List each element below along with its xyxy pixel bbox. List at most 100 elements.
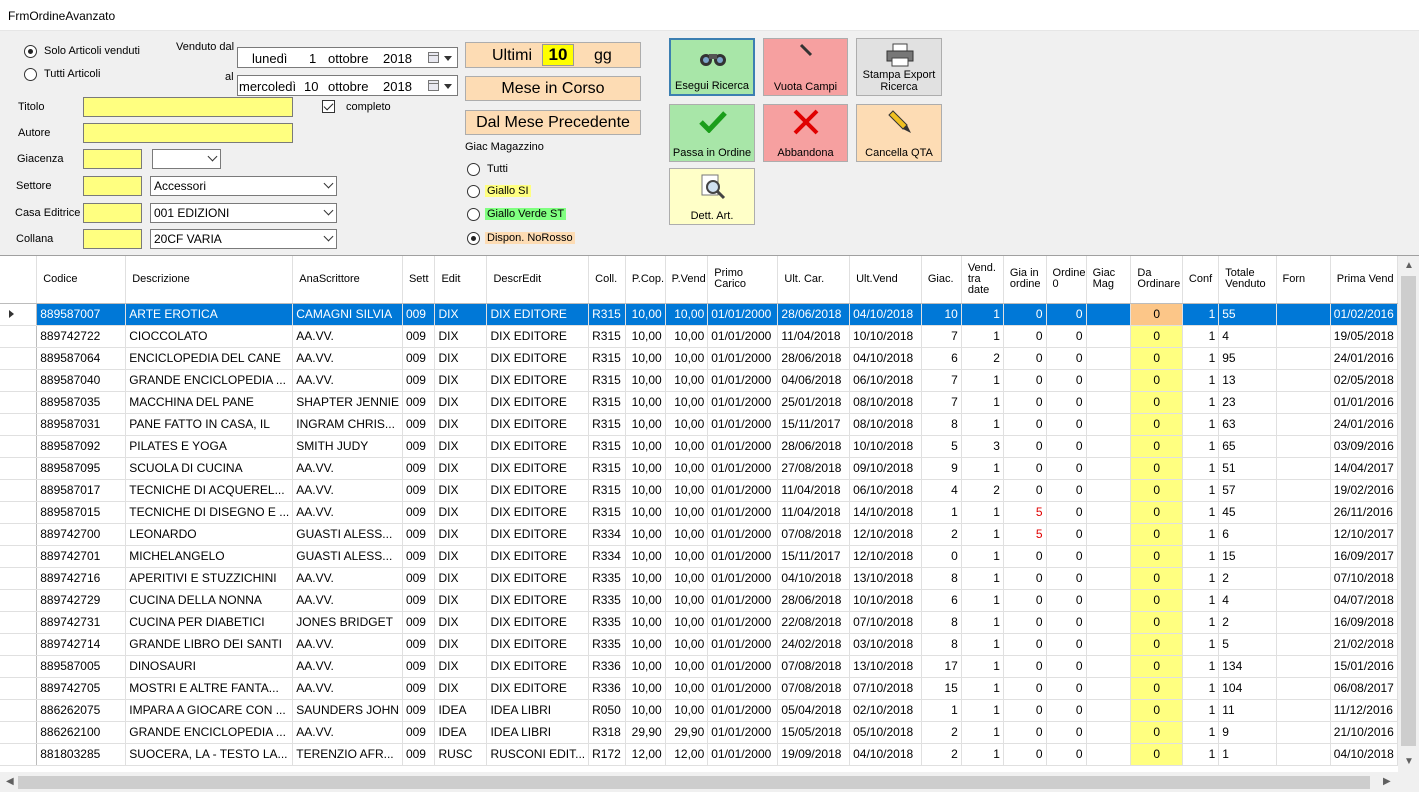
table-cell[interactable]: 0 (1003, 457, 1047, 480)
table-cell[interactable]: 009 (402, 501, 436, 524)
table-cell[interactable]: 1 (961, 325, 1004, 348)
table-cell[interactable]: 889587005 (36, 655, 127, 678)
table-cell[interactable]: 10,00 (665, 611, 709, 634)
table-cell[interactable]: R335 (588, 611, 626, 634)
table-cell[interactable]: 0 (1046, 413, 1087, 436)
table-cell[interactable]: 7 (921, 325, 962, 348)
table-cell[interactable]: 10,00 (625, 435, 666, 458)
table-cell[interactable]: 134 (1218, 655, 1277, 678)
table-cell[interactable]: 17 (921, 655, 962, 678)
row-header[interactable] (0, 567, 38, 590)
column-header[interactable]: Da Ordinare (1130, 256, 1183, 304)
table-cell[interactable]: 1 (1182, 325, 1220, 348)
table-cell[interactable]: 12/10/2017 (1330, 523, 1398, 546)
table-cell[interactable]: 9 (921, 457, 962, 480)
giac-radio-tutti[interactable]: Tutti (467, 162, 527, 178)
table-cell[interactable] (1086, 303, 1132, 326)
table-cell[interactable]: 07/10/2018 (1330, 567, 1398, 590)
table-cell[interactable] (1086, 413, 1132, 436)
table-cell[interactable]: 0 (1046, 611, 1087, 634)
table-cell[interactable]: 0 (1046, 633, 1087, 656)
table-cell[interactable]: MOSTRI E ALTRE FANTA... (125, 677, 294, 700)
table-cell[interactable]: 0 (1130, 303, 1183, 326)
table-cell[interactable]: 10/10/2018 (849, 435, 922, 458)
table-cell[interactable]: 1 (1182, 699, 1220, 722)
table-cell[interactable]: DIX EDITORE (486, 567, 590, 590)
column-header[interactable]: Codice (36, 256, 127, 304)
table-cell[interactable]: 0 (1130, 589, 1183, 612)
row-header[interactable] (0, 721, 38, 744)
table-cell[interactable]: 04/10/2018 (777, 567, 851, 590)
table-cell[interactable]: 009 (402, 347, 436, 370)
table-cell[interactable]: 45 (1218, 501, 1277, 524)
table-cell[interactable]: 10,00 (665, 325, 709, 348)
table-cell[interactable]: IDEA LIBRI (486, 721, 590, 744)
table-row[interactable]: 889587007 ARTE EROTICA CAMAGNI SILVIA 009 DI… (0, 303, 1398, 326)
table-cell[interactable]: 2 (921, 523, 962, 546)
scroll-up-icon[interactable]: ▲ (1404, 260, 1414, 271)
table-cell[interactable]: 1 (1182, 567, 1220, 590)
row-header[interactable] (0, 347, 38, 370)
table-cell[interactable]: JONES BRIDGET (292, 611, 403, 634)
table-cell[interactable]: DIX (434, 677, 488, 700)
table-cell[interactable]: TERENZIO AFR... (292, 743, 403, 766)
table-cell[interactable]: 1 (961, 633, 1004, 656)
table-cell[interactable]: 009 (402, 743, 436, 766)
table-cell[interactable]: 15/05/2018 (777, 721, 851, 744)
table-cell[interactable]: 10,00 (625, 589, 666, 612)
table-cell[interactable]: 16/09/2017 (1330, 545, 1398, 568)
table-cell[interactable] (1086, 743, 1132, 766)
table-cell[interactable]: 01/01/2000 (707, 721, 779, 744)
table-cell[interactable] (1086, 369, 1132, 392)
table-cell[interactable]: R335 (588, 633, 626, 656)
table-cell[interactable]: 0 (1130, 699, 1183, 722)
table-cell[interactable] (1276, 567, 1331, 590)
row-header[interactable] (0, 655, 38, 678)
table-cell[interactable] (1086, 567, 1132, 590)
table-cell[interactable]: 51 (1218, 457, 1277, 480)
table-cell[interactable]: DIX (434, 655, 488, 678)
table-cell[interactable]: 0 (1003, 369, 1047, 392)
table-cell[interactable]: 4 (1218, 325, 1277, 348)
table-cell[interactable]: 10,00 (665, 413, 709, 436)
table-cell[interactable]: 1 (961, 457, 1004, 480)
table-cell[interactable]: 5 (1003, 523, 1047, 546)
esegui-ricerca-button[interactable]: Esegui Ricerca (669, 38, 755, 96)
collana-code-input[interactable] (83, 229, 142, 249)
column-header[interactable]: Sett (402, 256, 436, 304)
table-cell[interactable]: 0 (1130, 479, 1183, 502)
table-cell[interactable] (1276, 479, 1331, 502)
table-cell[interactable]: 01/01/2000 (707, 545, 779, 568)
column-header[interactable]: P.Vend (665, 256, 709, 304)
table-cell[interactable]: GRANDE LIBRO DEI SANTI (125, 633, 294, 656)
dett-art-button[interactable]: Dett. Art. (669, 168, 755, 225)
scroll-right-icon[interactable]: ▶ (1383, 776, 1391, 787)
table-row[interactable]: 889587031 PANE FATTO IN CASA, IL INGRAM CH… (0, 413, 1398, 436)
table-cell[interactable]: 10,00 (625, 501, 666, 524)
table-cell[interactable] (1086, 523, 1132, 546)
table-cell[interactable]: DIX (434, 303, 488, 326)
table-cell[interactable]: 889742700 (36, 523, 127, 546)
table-cell[interactable]: 10,00 (625, 413, 666, 436)
table-cell[interactable] (1276, 325, 1331, 348)
table-cell[interactable]: CAMAGNI SILVIA (292, 303, 403, 326)
table-cell[interactable]: 889742731 (36, 611, 127, 634)
table-cell[interactable]: GUASTI ALESS... (292, 545, 403, 568)
table-cell[interactable]: 009 (402, 721, 436, 744)
table-cell[interactable]: 881803285 (36, 743, 127, 766)
table-cell[interactable]: 19/09/2018 (777, 743, 851, 766)
table-cell[interactable]: 1 (961, 545, 1004, 568)
table-cell[interactable]: 889587095 (36, 457, 127, 480)
table-cell[interactable]: 1 (961, 391, 1004, 414)
table-cell[interactable]: 0 (1003, 567, 1047, 590)
table-cell[interactable]: DIX (434, 611, 488, 634)
table-cell[interactable]: 15 (921, 677, 962, 700)
vuota-campi-button[interactable]: Vuota Campi (763, 38, 848, 96)
table-cell[interactable]: 0 (1130, 413, 1183, 436)
table-cell[interactable] (1276, 347, 1331, 370)
table-cell[interactable]: 06/10/2018 (849, 479, 922, 502)
table-cell[interactable]: DIX EDITORE (486, 479, 590, 502)
table-cell[interactable] (1276, 699, 1331, 722)
table-cell[interactable]: 0 (1003, 391, 1047, 414)
table-cell[interactable]: 0 (1130, 523, 1183, 546)
